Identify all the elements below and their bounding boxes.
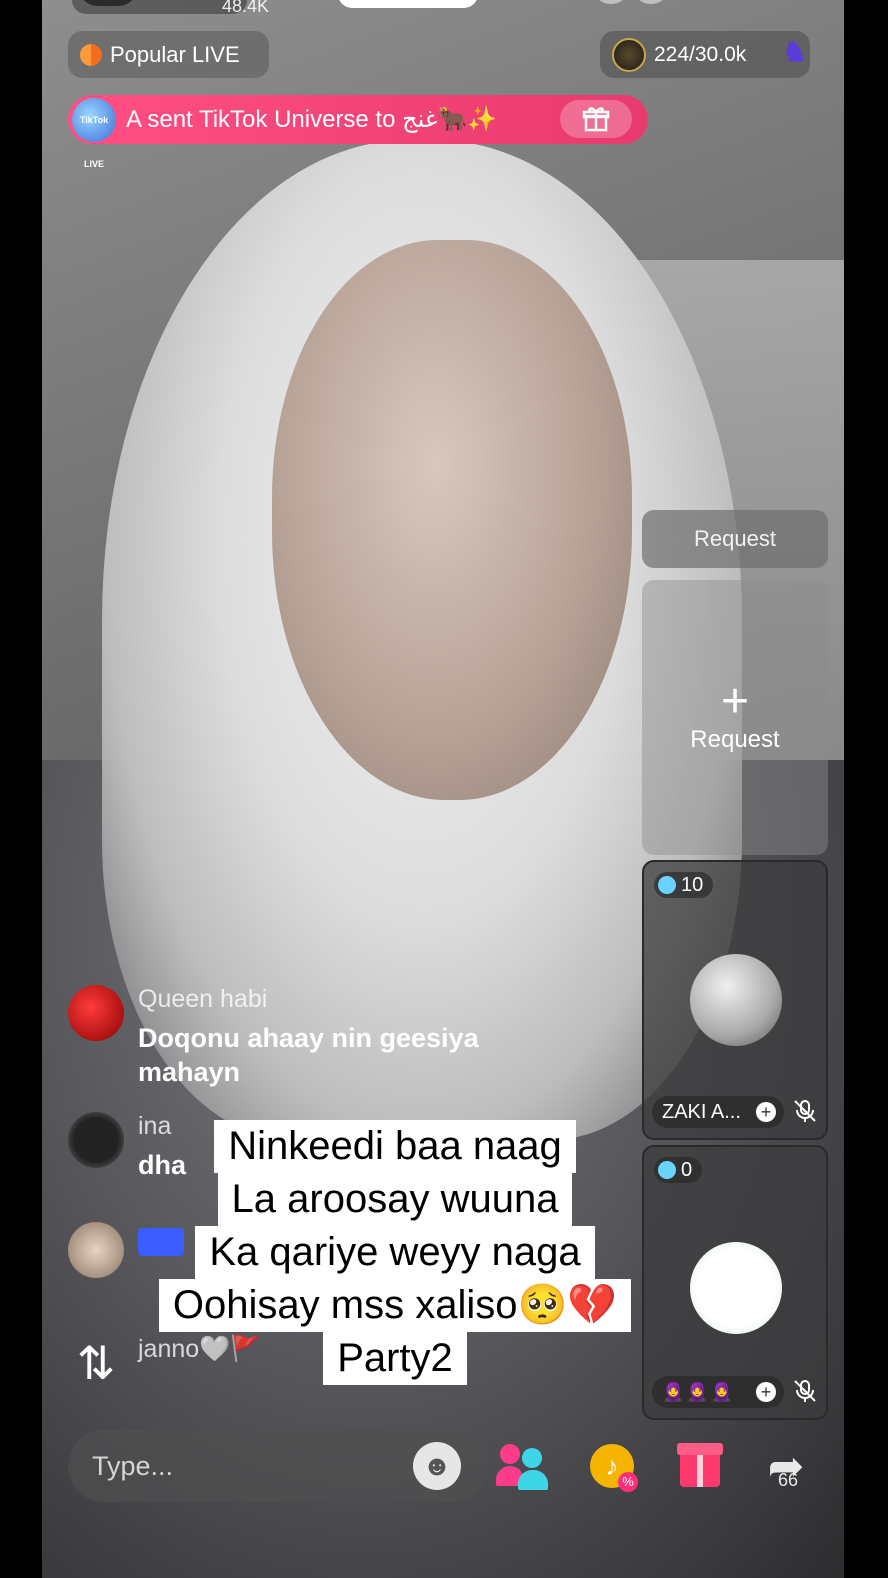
request-slot[interactable]: + Request [642, 580, 828, 855]
host-avatar [78, 0, 138, 6]
live-stream-screen: 48.4K Popular LIVE 224/30.0k ♞ TikTok LI… [0, 0, 888, 1578]
follow-button[interactable] [338, 0, 478, 8]
guest-score-badge: 10 [654, 872, 714, 898]
top-viewer-avatars[interactable] [594, 0, 674, 6]
comment-text: Doqonu ahaay nin geesiya mahayn [138, 1021, 479, 1089]
caption-line: La aroosay wuuna [217, 1173, 573, 1226]
gift-box-icon[interactable] [560, 100, 632, 138]
gift-banner-text: A sent TikTok Universe to غنج🐂✨ [126, 106, 498, 133]
plus-icon: + [720, 674, 750, 728]
caption-line: Party2 [323, 1332, 467, 1385]
follow-plus-icon[interactable]: + [756, 1382, 776, 1402]
like-count: 48.4K [222, 0, 270, 16]
commenter-avatar[interactable] [68, 985, 124, 1041]
tiktok-live-logo-icon: TikTok LIVE [72, 97, 116, 169]
popular-live-badge[interactable]: Popular LIVE [68, 31, 269, 78]
promote-icon[interactable]: ♪% [584, 1438, 640, 1494]
comment-text-line: mahayn [138, 1057, 241, 1087]
follow-plus-icon[interactable]: + [756, 1102, 776, 1122]
commenter-name[interactable]: Queen habi [138, 985, 267, 1014]
streamer-face [272, 240, 632, 800]
rank-figure-icon: ♞ [782, 36, 808, 67]
popular-live-label: Popular LIVE [110, 41, 240, 67]
gift-notification-banner[interactable]: TikTok LIVE A sent TikTok Universe to غن… [68, 95, 648, 169]
caption-line: Ka qariye weyy naga [195, 1226, 595, 1279]
gift-icon[interactable] [672, 1438, 728, 1494]
mic-off-icon [792, 1378, 818, 1404]
caption-line: Oohisay mss xaliso🥺💔 [158, 1279, 632, 1332]
heart-icon [80, 43, 102, 66]
share-count: 66 [778, 1470, 799, 1490]
host-info-pill[interactable]: 48.4K [72, 0, 269, 16]
viewer-count: 224/30.0k [654, 42, 747, 66]
ranking-coin-icon [612, 37, 646, 72]
multi-guest-icon[interactable] [496, 1438, 552, 1494]
mic-off-icon [792, 1098, 818, 1124]
request-slot-label: Request [690, 725, 780, 753]
bottom-action-bar: ☻ ♪% ➦ 66 [68, 1430, 844, 1502]
viewer-count-pill[interactable]: 224/30.0k ♞ [600, 31, 810, 78]
caption-line: Ninkeedi baa naag [214, 1120, 576, 1173]
guest-slot-1[interactable]: 10 ZAKI A... + [642, 860, 828, 1140]
comment-text-line: Doqonu ahaay nin geesiya [138, 1023, 479, 1053]
guest-score: 10 [681, 873, 704, 896]
gem-icon [658, 876, 676, 894]
video-caption-overlay: Ninkeedi baa naag La aroosay wuuna Ka qa… [0, 1120, 790, 1385]
request-button[interactable]: Request [642, 510, 828, 568]
emoji-icon[interactable]: ☻ [413, 1442, 461, 1490]
guest-avatar[interactable] [690, 954, 782, 1046]
